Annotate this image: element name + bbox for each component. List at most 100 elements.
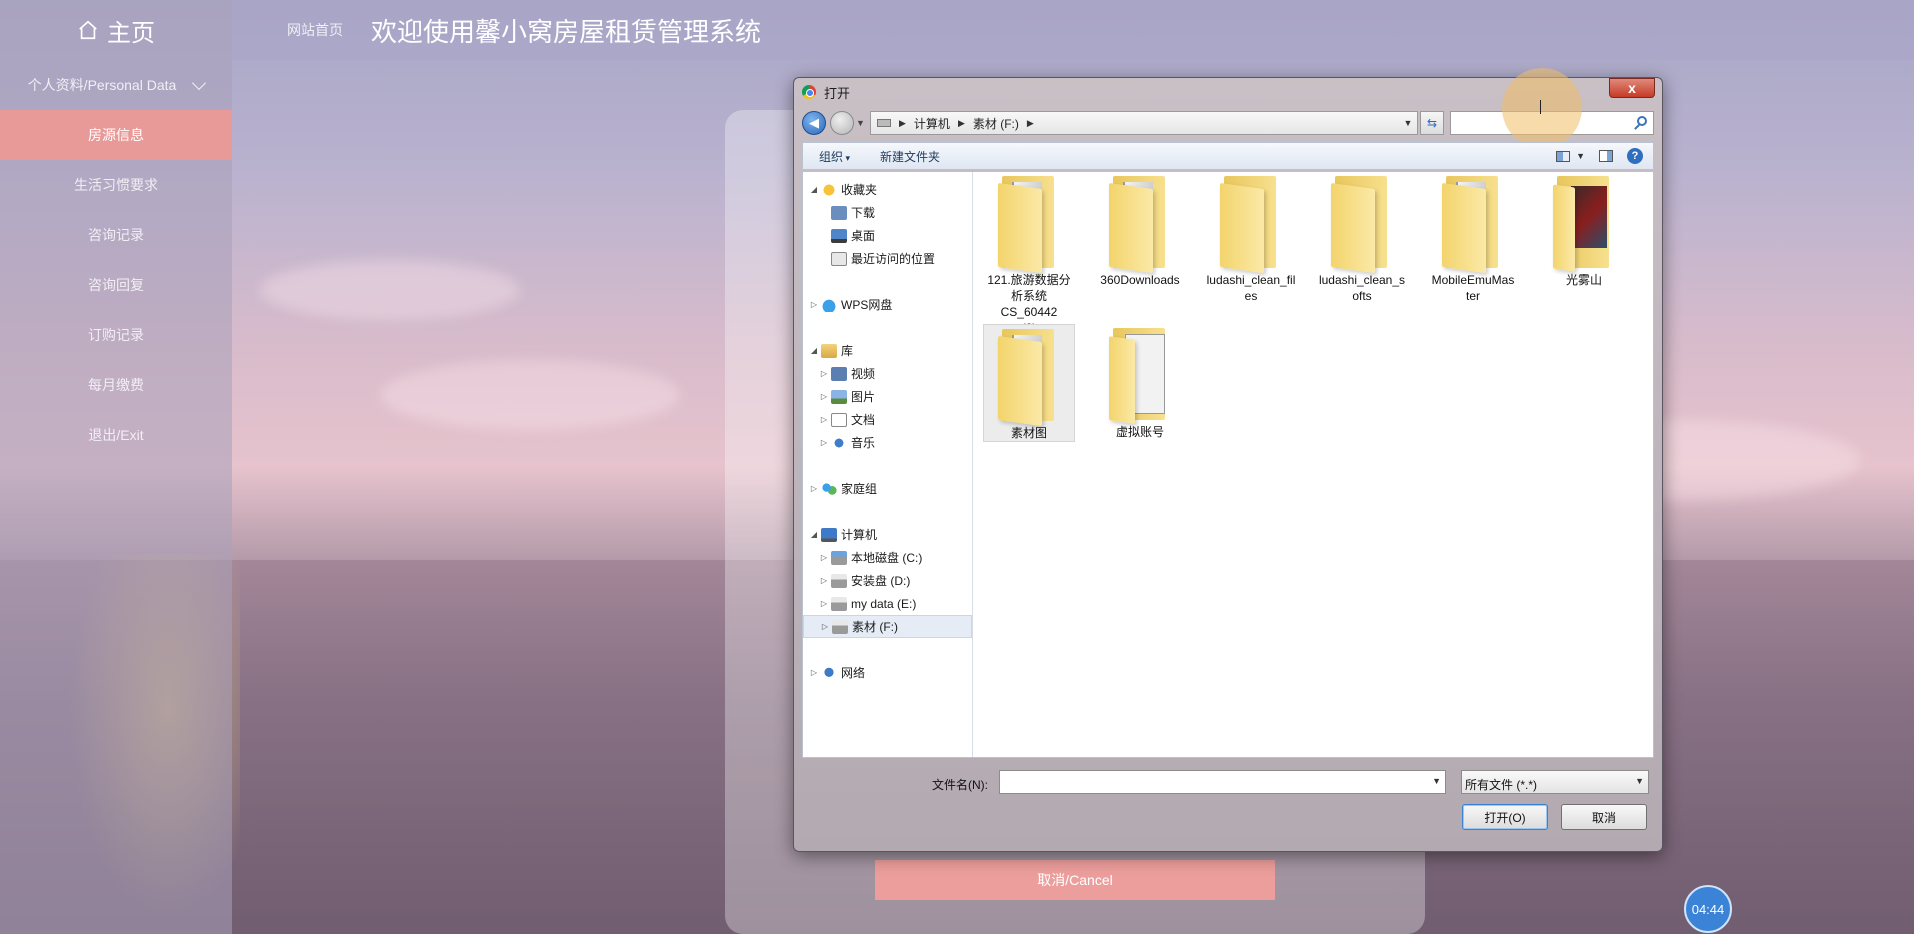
tree-item-computer[interactable]: ◢ 计算机	[803, 523, 972, 546]
file-item[interactable]: ludashi_clean_fil es	[1205, 172, 1297, 304]
expand-icon[interactable]: ▷	[809, 300, 819, 309]
tree-item-libraries[interactable]: ◢ 库	[803, 339, 972, 362]
sidebar-item-orders[interactable]: 订购记录	[0, 310, 232, 360]
cancel-button[interactable]: 取消	[1561, 804, 1647, 830]
drive-icon	[877, 119, 891, 127]
sidebar-item-replies[interactable]: 咨询回复	[0, 260, 232, 310]
file-name: MobileEmuMas	[1431, 273, 1515, 287]
tree-item-wps[interactable]: ▷ WPS网盘	[803, 293, 972, 316]
tree-item-network[interactable]: ▷ 网络	[803, 661, 972, 684]
expand-icon[interactable]: ▷	[819, 553, 829, 562]
tree-item-label: 库	[841, 344, 854, 358]
expand-icon[interactable]: ▷	[809, 484, 819, 493]
breadcrumb-drive-f[interactable]: 素材 (F:)	[973, 115, 1019, 132]
file-item[interactable]: 虚拟账号	[1094, 324, 1186, 440]
sidebar-item-monthly-payment[interactable]: 每月缴费	[0, 360, 232, 410]
sidebar-item-label: 咨询回复	[88, 277, 144, 293]
dialog-close-button[interactable]: x	[1609, 78, 1655, 98]
site-home-link[interactable]: 网站首页	[287, 20, 343, 40]
expand-icon[interactable]: ◢	[809, 530, 819, 539]
file-name: 虚拟账号	[1115, 425, 1164, 439]
video-icon	[831, 366, 847, 381]
dialog-footer: 文件名(N): ▼ 所有文件 (*.*) ▼ 打开(O) 取消	[802, 760, 1654, 838]
tree-item-favorites[interactable]: ◢ 收藏夹	[803, 178, 972, 201]
breadcrumb-separator-icon: ▶	[957, 117, 965, 128]
chevron-down-icon	[192, 75, 207, 90]
computer-icon	[821, 527, 837, 542]
file-item[interactable]: ludashi_clean_s ofts	[1316, 172, 1408, 304]
expand-icon[interactable]: ▷	[819, 576, 829, 585]
tree-item-documents[interactable]: ▷ 文档	[803, 408, 972, 431]
tree-item-pictures[interactable]: ▷ 图片	[803, 385, 972, 408]
expand-icon[interactable]: ◢	[809, 185, 819, 194]
open-button[interactable]: 打开(O)	[1462, 804, 1548, 830]
sidebar-item-habits[interactable]: 生活习惯要求	[0, 160, 232, 210]
tree-item-label: 图片	[851, 390, 876, 404]
expand-icon[interactable]: ▷	[819, 415, 829, 424]
file-item[interactable]: MobileEmuMas ter	[1427, 172, 1519, 304]
tree-item-music[interactable]: ▷ 音乐	[803, 431, 972, 454]
tree-item-label: 桌面	[851, 229, 876, 243]
desktop-icon	[831, 228, 847, 243]
tree-item-drive-d[interactable]: ▷ 安装盘 (D:)	[803, 569, 972, 592]
expand-icon[interactable]: ▷	[819, 438, 829, 447]
organize-menu[interactable]: 组织	[819, 148, 850, 165]
file-name: es	[1244, 289, 1258, 303]
tree-item-desktop[interactable]: 桌面	[803, 224, 972, 247]
file-name: 素材图	[1010, 426, 1047, 440]
expand-icon[interactable]: ▷	[819, 369, 829, 378]
filetype-select[interactable]: 所有文件 (*.*) ▼	[1461, 770, 1649, 794]
dialog-body: ◢ 收藏夹 下载 桌面 最近访问的位置 ▷ WPS网盘 ◢ 库 ▷ 视频 ▷ 图片 ▷ 文档…	[802, 171, 1654, 758]
file-item[interactable]: 360Downloads	[1094, 172, 1186, 288]
address-bar[interactable]: ▶ 计算机 ▶ 素材 (F:) ▶ ▼	[870, 111, 1418, 135]
tree-item-homegroup[interactable]: ▷ 家庭组	[803, 477, 972, 500]
sidebar-item-listings[interactable]: 房源信息	[0, 110, 232, 160]
expand-icon[interactable]: ▷	[820, 622, 830, 631]
file-item[interactable]: 光雾山	[1538, 172, 1630, 288]
tree-item-downloads[interactable]: 下载	[803, 201, 972, 224]
history-dropdown-icon[interactable]: ▼	[856, 118, 866, 128]
expand-icon[interactable]: ▷	[819, 392, 829, 401]
file-item[interactable]: 121.旅游数据分 析系统CS_60442 (2)	[983, 172, 1075, 336]
close-icon: x	[1628, 80, 1636, 96]
tree-item-recent[interactable]: 最近访问的位置	[803, 247, 972, 270]
tree-item-drive-e[interactable]: ▷ my data (E:)	[803, 592, 972, 615]
expand-icon[interactable]: ▷	[819, 599, 829, 608]
home-link[interactable]: 主页	[0, 0, 232, 60]
sidebar-item-label: 订购记录	[88, 327, 144, 343]
new-folder-button[interactable]: 新建文件夹	[880, 148, 940, 165]
file-name: 光雾山	[1565, 273, 1602, 287]
tree-item-videos[interactable]: ▷ 视频	[803, 362, 972, 385]
file-name: 析系统CS_60442	[1000, 289, 1058, 319]
filename-input[interactable]: ▼	[999, 770, 1446, 794]
preview-pane-icon[interactable]	[1599, 150, 1613, 162]
file-item-selected[interactable]: 素材图	[983, 324, 1075, 442]
chrome-icon	[802, 85, 816, 99]
breadcrumb-separator-icon: ▶	[1026, 117, 1034, 128]
expand-icon[interactable]: ◢	[809, 346, 819, 355]
file-name: ludashi_clean_fil	[1206, 273, 1296, 287]
tree-item-drive-c[interactable]: ▷ 本地磁盘 (C:)	[803, 546, 972, 569]
sidebar-item-label: 咨询记录	[88, 227, 144, 243]
header: 网站首页 欢迎使用馨小窝房屋租赁管理系统	[232, 0, 1914, 60]
drive-icon	[831, 596, 847, 611]
form-cancel-button[interactable]: 取消/Cancel	[875, 860, 1275, 900]
forward-button[interactable]	[830, 111, 854, 135]
homegroup-icon	[821, 481, 837, 496]
expand-icon[interactable]: ▷	[809, 668, 819, 677]
folder-icon	[1220, 176, 1282, 274]
chevron-down-icon: ▼	[1635, 776, 1644, 786]
chevron-down-icon[interactable]: ▼	[1432, 776, 1441, 786]
help-icon[interactable]: ?	[1627, 148, 1643, 164]
back-button[interactable]: ◀	[802, 111, 826, 135]
sidebar-item-inquiries[interactable]: 咨询记录	[0, 210, 232, 260]
address-dropdown-icon[interactable]: ▼	[1399, 118, 1417, 128]
tree-item-drive-f[interactable]: ▷ 素材 (F:)	[803, 615, 972, 638]
breadcrumb-computer[interactable]: 计算机	[914, 115, 950, 132]
refresh-button[interactable]: ⇆	[1420, 111, 1444, 135]
sidebar-item-exit[interactable]: 退出/Exit	[0, 410, 232, 460]
dialog-title: 打开	[824, 85, 851, 101]
view-options-button[interactable]: ▼	[1556, 150, 1585, 162]
sidebar-group-personal-data[interactable]: 个人资料/Personal Data	[0, 60, 232, 110]
tree-item-label: 本地磁盘 (C:)	[851, 551, 923, 565]
